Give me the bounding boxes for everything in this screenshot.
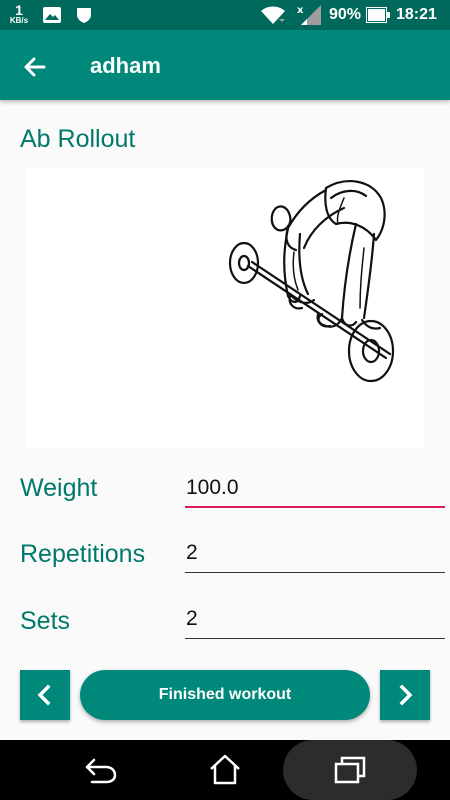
system-navigation-bar [0, 740, 450, 800]
network-speed: 1 KB/s [8, 3, 30, 25]
repetitions-label: Repetitions [20, 540, 146, 568]
previous-exercise-button[interactable] [20, 670, 70, 720]
home-icon[interactable] [208, 752, 242, 786]
app-bar: adham [0, 30, 450, 100]
chevron-right-icon [399, 684, 413, 706]
page-title: adham [90, 53, 161, 78]
battery-percent: 90% [329, 6, 362, 23]
next-exercise-button[interactable] [380, 670, 430, 720]
recent-apps-icon[interactable] [333, 754, 367, 786]
finished-workout-button[interactable]: Finished workout [80, 670, 370, 720]
network-speed-value: 1 [15, 2, 23, 18]
image-icon [43, 7, 61, 28]
sets-label: Sets [20, 607, 71, 635]
sets-field[interactable]: 2 [185, 599, 445, 639]
exercise-name: Ab Rollout [20, 125, 136, 153]
signal-icon: x [295, 4, 323, 31]
weight-field[interactable]: 100.0 [185, 468, 445, 508]
network-speed-unit: KB/s [9, 16, 29, 25]
repetitions-field[interactable]: 2 [185, 533, 445, 573]
battery-icon [366, 7, 390, 28]
shield-icon [76, 7, 92, 29]
chevron-left-icon [37, 684, 51, 706]
status-bar: 1 KB/s x 90% 18:21 [0, 0, 450, 30]
weight-label: Weight [20, 474, 98, 502]
arrow-back-icon[interactable] [20, 52, 50, 82]
back-icon[interactable] [84, 754, 118, 786]
exercise-illustration [26, 168, 424, 448]
wifi-icon [260, 5, 286, 30]
svg-text:x: x [297, 5, 304, 16]
clock: 18:21 [396, 6, 437, 23]
